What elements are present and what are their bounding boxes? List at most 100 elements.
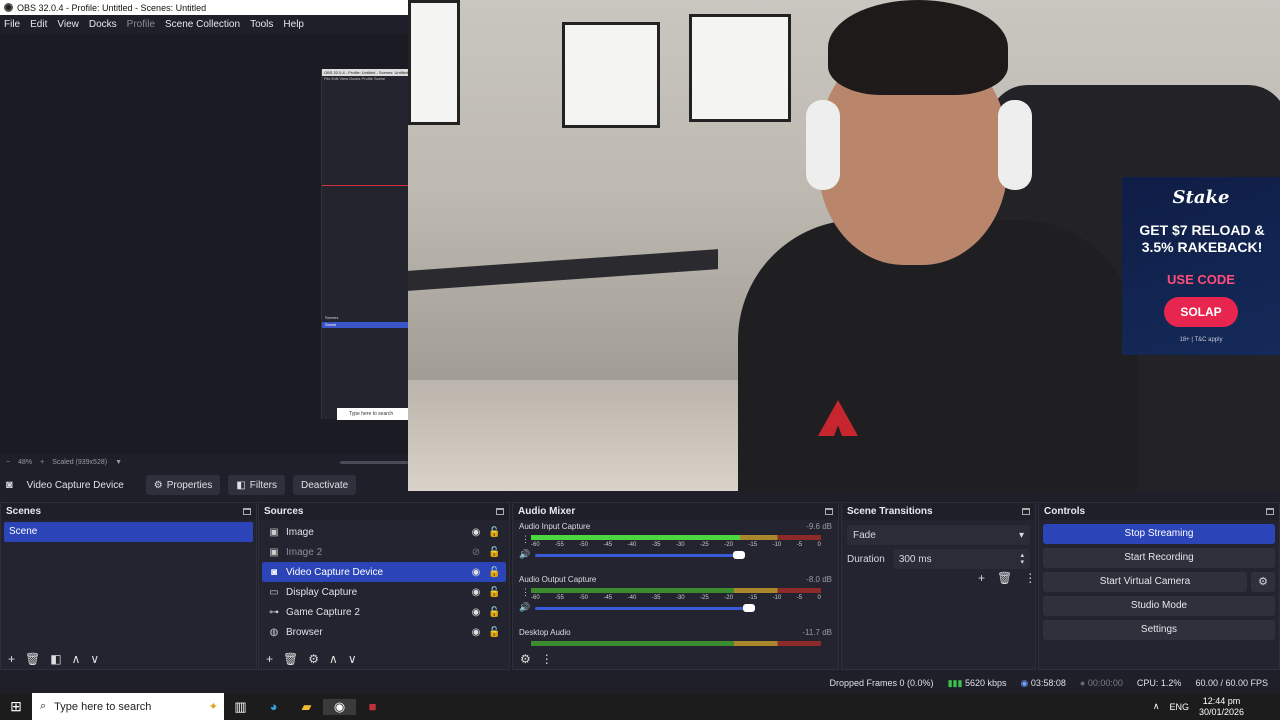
desk <box>408 249 718 291</box>
menu-profile[interactable]: Profile <box>127 19 155 30</box>
preview-scrollbar[interactable] <box>340 461 408 464</box>
camera-icon: ◙ <box>6 479 13 491</box>
dock-float-icon[interactable] <box>825 508 833 515</box>
volume-meter <box>531 588 821 593</box>
mixer-settings-icon[interactable]: ⚙ <box>520 652 531 666</box>
slider-knob[interactable] <box>743 604 755 612</box>
source-name: Browser <box>286 626 323 638</box>
scene-item[interactable]: Scene <box>4 522 253 542</box>
kebab-menu-icon[interactable]: ⋮ <box>1024 571 1036 585</box>
task-view-icon[interactable]: ▥ <box>224 699 257 715</box>
tray-chevron-icon[interactable]: ∧ <box>1153 701 1160 712</box>
menu-tools[interactable]: Tools <box>250 19 273 30</box>
transition-select[interactable]: Fade ▾ <box>847 525 1030 545</box>
studio-mode-button[interactable]: Studio Mode <box>1043 596 1275 616</box>
move-up-icon[interactable]: ∧ <box>329 652 338 666</box>
move-down-icon[interactable]: ∨ <box>348 652 357 666</box>
channel-name: Desktop Audio <box>519 627 571 637</box>
dock-float-icon[interactable] <box>496 508 504 515</box>
source-settings-icon[interactable]: ⚙ <box>308 652 319 666</box>
filters-label: Filters <box>249 479 277 491</box>
file-explorer-icon[interactable]: ▰ <box>290 699 323 715</box>
lock-icon[interactable]: 🔓 <box>488 607 500 618</box>
gear-icon[interactable]: ⚙ <box>1251 572 1275 592</box>
source-row-game-capture-2[interactable]: ⊶ Game Capture 2 ◉ 🔓 <box>262 602 506 622</box>
speaker-icon[interactable]: 🔊 <box>519 602 530 613</box>
add-scene-icon[interactable]: + <box>8 652 15 666</box>
move-down-icon[interactable]: ∨ <box>90 652 99 666</box>
filter-icon[interactable]: ◧ <box>50 652 61 666</box>
slider-knob[interactable] <box>733 551 745 559</box>
ad-terms: 18+ | T&C apply <box>1179 337 1223 343</box>
lock-icon[interactable]: 🔓 <box>488 527 500 538</box>
lock-icon[interactable]: 🔓 <box>488 627 500 638</box>
language-indicator[interactable]: ENG <box>1169 702 1189 712</box>
source-row-display-capture[interactable]: ▭ Display Capture ◉ 🔓 <box>262 582 506 602</box>
audio-mixer-dock: Audio Mixer Audio Input Capture -9.6 dB … <box>512 502 839 670</box>
menu-view[interactable]: View <box>57 19 79 30</box>
dock-float-icon[interactable] <box>1266 508 1274 515</box>
volume-slider[interactable] <box>535 604 755 612</box>
remove-scene-icon[interactable]: 🗑 <box>25 652 40 666</box>
dock-float-icon[interactable] <box>243 508 251 515</box>
scene-transitions-dock: Scene Transitions Fade ▾ Duration 300 ms… <box>841 502 1036 670</box>
obs-taskbar-icon[interactable]: ◉ <box>323 698 356 715</box>
lock-icon[interactable]: 🔓 <box>488 567 500 578</box>
properties-button[interactable]: ⚙ Properties <box>145 475 221 495</box>
rec-time: 00:00:00 <box>1087 678 1123 688</box>
kebab-menu-icon[interactable]: ⋮ <box>521 534 530 545</box>
lock-icon[interactable]: 🔓 <box>488 547 500 558</box>
zoom-in-button[interactable]: + <box>40 459 44 466</box>
channel-db: -8.0 dB <box>806 574 832 584</box>
menu-scene-collection[interactable]: Scene Collection <box>165 19 240 30</box>
eye-icon[interactable]: ◉ <box>470 607 482 618</box>
duration-spinbox[interactable]: 300 ms ▴ ▾ <box>892 549 1030 569</box>
eye-icon[interactable]: ◉ <box>470 587 482 598</box>
menu-help[interactable]: Help <box>283 19 304 30</box>
filters-button[interactable]: ◧ Filters <box>228 475 285 495</box>
source-row-browser[interactable]: ◍ Browser ◉ 🔓 <box>262 622 506 642</box>
start-virtual-camera-button[interactable]: Start Virtual Camera <box>1043 572 1247 592</box>
remove-transition-icon[interactable]: 🗑 <box>997 571 1012 585</box>
scale-tick: -50 <box>579 542 588 548</box>
speaker-icon[interactable]: 🔊 <box>519 549 530 560</box>
zoom-out-button[interactable]: − <box>6 459 10 466</box>
menu-edit[interactable]: Edit <box>30 19 47 30</box>
windows-start-icon[interactable]: ⊞ <box>0 698 32 715</box>
volume-slider[interactable] <box>535 551 745 559</box>
eye-icon[interactable]: ◉ <box>470 627 482 638</box>
dock-float-icon[interactable] <box>1022 508 1030 515</box>
move-up-icon[interactable]: ∧ <box>72 652 81 666</box>
add-transition-icon[interactable]: + <box>978 571 985 585</box>
remove-source-icon[interactable]: 🗑 <box>283 652 298 666</box>
preview-canvas[interactable]: OBS 32.0.4 - Profile: Untitled - Scenes:… <box>0 33 409 455</box>
start-recording-button[interactable]: Start Recording <box>1043 548 1275 568</box>
red-app-icon[interactable]: ■ <box>356 699 389 714</box>
kebab-menu-icon[interactable]: ⋮ <box>521 587 530 598</box>
clock[interactable]: 12:44 pm 30/01/2026 <box>1199 696 1244 718</box>
eye-icon[interactable]: ◉ <box>470 527 482 538</box>
clock-date: 30/01/2026 <box>1198 706 1244 717</box>
eye-hidden-icon[interactable]: ⊘ <box>470 547 482 558</box>
taskbar-search[interactable]: ⌕ Type here to search ✦ <box>32 693 224 720</box>
add-source-icon[interactable]: + <box>266 652 273 666</box>
source-toolbar: ◙ Video Capture Device ⚙ Properties ◧ Fi… <box>0 473 408 497</box>
spin-arrows-icon[interactable]: ▴ ▾ <box>1020 552 1024 566</box>
headphone-right <box>998 100 1032 190</box>
eye-icon[interactable]: ◉ <box>470 567 482 578</box>
settings-button[interactable]: Settings <box>1043 620 1275 640</box>
deactivate-button[interactable]: Deactivate <box>293 475 357 495</box>
menu-docks[interactable]: Docks <box>89 19 117 30</box>
scale-dropdown-icon[interactable]: ▼ <box>115 459 122 466</box>
source-row-image-2[interactable]: ▣ Image 2 ⊘ 🔓 <box>262 542 506 562</box>
stop-streaming-button[interactable]: Stop Streaming <box>1043 524 1275 544</box>
lock-icon[interactable]: 🔓 <box>488 587 500 598</box>
edge-browser-icon[interactable]: ◕ <box>257 699 290 714</box>
source-row-image[interactable]: ▣ Image ◉ 🔓 <box>262 522 506 542</box>
source-row-video-capture-device[interactable]: ◙ Video Capture Device ◉ 🔓 <box>262 562 506 582</box>
source-name: Game Capture 2 <box>286 606 360 618</box>
nested-red-line <box>322 185 409 186</box>
kebab-menu-icon[interactable]: ⋮ <box>541 652 553 666</box>
menu-file[interactable]: File <box>4 19 20 30</box>
scale-tick: -15 <box>748 595 758 601</box>
